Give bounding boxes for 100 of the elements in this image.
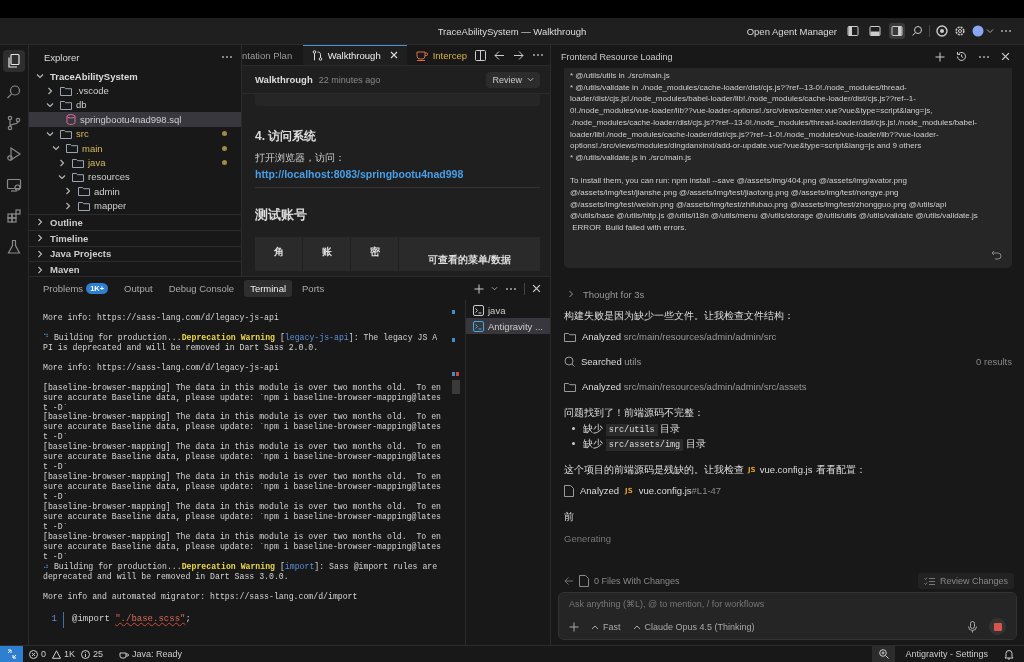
settings-icon[interactable] — [954, 25, 966, 37]
chevron-down-icon[interactable] — [491, 285, 498, 292]
tree-item[interactable]: resources — [29, 169, 241, 185]
right-sidebar-toggle[interactable] — [889, 23, 905, 39]
section-title: Java Projects — [50, 248, 112, 260]
close-icon[interactable] — [532, 284, 541, 293]
tree-item[interactable]: springbootu4nad998.sql — [29, 112, 241, 127]
chevron-icon[interactable] — [52, 144, 60, 153]
info-count[interactable]: 25 — [81, 649, 104, 659]
tool-step: Analyzed — [580, 485, 620, 496]
tree-item[interactable]: mapper — [29, 198, 241, 213]
chevron-icon[interactable] — [36, 72, 44, 81]
paragraph: 打开浏览器，访问： — [255, 151, 346, 165]
chevron-icon[interactable] — [36, 249, 44, 258]
panel-tab[interactable]: Terminal — [244, 280, 293, 297]
checklist-icon — [923, 576, 935, 586]
more-icon[interactable] — [1000, 29, 1012, 33]
left-sidebar-toggle[interactable] — [845, 23, 861, 39]
chevron-icon[interactable] — [36, 265, 44, 274]
folder-icon — [66, 143, 78, 154]
settings-status[interactable]: Antigravity - Settings — [905, 649, 988, 659]
sidebar-section[interactable]: Outline — [29, 214, 241, 230]
avatar-icon[interactable] — [972, 25, 984, 37]
tree-item[interactable]: main — [29, 140, 241, 156]
warning-count[interactable]: 1K — [52, 649, 76, 659]
mode-dropdown[interactable]: Fast — [591, 621, 621, 632]
more-icon[interactable] — [221, 55, 233, 59]
editor-tab[interactable]: Walkthrough — [302, 45, 407, 65]
search-icon[interactable] — [911, 25, 923, 37]
undo-icon[interactable] — [991, 250, 1002, 260]
chevron-icon[interactable] — [36, 234, 44, 243]
java-status[interactable]: Java: Ready — [119, 649, 183, 659]
chevron-down-icon — [527, 76, 534, 83]
sidebar-section[interactable]: Timeline — [29, 229, 241, 246]
thought-toggle[interactable]: Thought for 3s — [583, 288, 645, 300]
tool-step[interactable]: Analyzed src/main/resources/admin/admin/src/assets — [582, 381, 807, 392]
file-link[interactable]: vue.config.js#L1-47 — [638, 485, 722, 496]
model-dropdown[interactable]: Claude Opus 4.5 (Thinking) — [632, 621, 755, 632]
bell-icon[interactable] — [1004, 648, 1014, 660]
panel-tab[interactable]: Debug Console — [162, 280, 241, 297]
editor-tab[interactable]: Intercep — [406, 45, 469, 65]
chevron-icon[interactable] — [64, 201, 72, 210]
chevron-icon[interactable] — [58, 158, 66, 167]
stop-button[interactable] — [989, 618, 1006, 635]
tree-label: resources — [88, 171, 130, 183]
plus-icon[interactable] — [935, 51, 945, 62]
terminal-line: [baseline-browser-mapping] The data in this module is over two months old. To ensure accurate Baseline data, please update: `npm i baseline-browser-mapping@latest -D` — [43, 472, 441, 502]
more-icon[interactable] — [505, 286, 517, 291]
chevron-down-icon[interactable] — [986, 27, 994, 35]
tree-item[interactable]: java — [29, 155, 241, 170]
sidebar-section[interactable]: Maven — [29, 261, 241, 277]
panel-tab[interactable]: Output — [118, 280, 159, 297]
chevron-icon[interactable] — [58, 172, 66, 181]
tool-step[interactable]: Searched utils — [581, 356, 642, 367]
forward-arrow-icon[interactable] — [513, 49, 524, 61]
agent-manager-button[interactable]: Open Agent Manager — [746, 25, 837, 37]
tree-item[interactable]: TraceAbilitySystem — [29, 69, 241, 84]
url-link[interactable]: http://localhost:8083/springbootu4nad998 — [255, 168, 540, 180]
explorer-icon[interactable] — [3, 50, 25, 72]
terminal-line: [baseline-browser-mapping] The data in this module is over two months old. To ensure accurate Baseline data, please update: `npm i baseline-browser-mapping@latest -D` — [43, 442, 441, 472]
sidebar-section[interactable]: Java Projects — [29, 245, 241, 262]
column-header: 可查看的菜单/数据 — [427, 253, 512, 267]
terminal-item[interactable]: Antigravity ... — [466, 318, 550, 334]
list-item: 缺少 src/assets/img 目录 — [583, 436, 706, 451]
column-header: 账 — [303, 237, 351, 271]
tree-item[interactable]: .vscode — [29, 83, 241, 98]
back-arrow-icon[interactable] — [494, 49, 505, 61]
editor-tab[interactable]: ntation Plan — [242, 45, 303, 65]
tool-step[interactable]: Analyzed src/main/resources/admin/admin/src — [582, 331, 777, 342]
chevron-icon[interactable] — [46, 129, 54, 138]
file-link[interactable]: vue.config.js — [759, 462, 813, 478]
plus-icon[interactable] — [474, 283, 484, 294]
terminal-icon — [473, 304, 484, 316]
close-icon[interactable] — [1001, 52, 1010, 61]
history-icon[interactable] — [956, 51, 967, 62]
review-changes-button[interactable]: Review Changes — [917, 573, 1014, 589]
close-icon[interactable] — [389, 51, 398, 59]
chevron-icon[interactable] — [36, 218, 44, 227]
tree-item[interactable]: admin — [29, 184, 241, 199]
panel-tab[interactable]: Ports — [296, 280, 331, 297]
bottom-panel-toggle[interactable] — [867, 23, 883, 39]
more-icon[interactable] — [532, 53, 544, 57]
plus-icon[interactable] — [569, 621, 579, 632]
zoom-icon[interactable] — [872, 646, 896, 662]
chevron-icon[interactable] — [46, 86, 54, 95]
terminal-item[interactable]: java — [466, 302, 550, 318]
chevron-icon[interactable] — [64, 187, 72, 196]
list-item: 缺少 src/utils 目录 — [583, 421, 681, 436]
more-icon[interactable] — [978, 54, 990, 59]
tree-item[interactable]: src — [29, 126, 241, 141]
review-button[interactable]: Review — [486, 71, 540, 88]
chevron-right-icon[interactable] — [567, 290, 575, 298]
microphone-icon[interactable] — [968, 620, 977, 633]
tree-label: mapper — [94, 200, 127, 212]
tree-item[interactable]: db — [29, 97, 241, 113]
browser-icon[interactable] — [936, 25, 948, 37]
chevron-icon[interactable] — [46, 100, 54, 109]
chat-input[interactable]: Ask anything (⌘L), @ to mention, / for workflows Fast Claude Opus 4.5 (Thinking) — [558, 592, 1017, 640]
error-count[interactable]: 0 — [29, 649, 46, 659]
split-editor-icon[interactable] — [475, 49, 486, 61]
